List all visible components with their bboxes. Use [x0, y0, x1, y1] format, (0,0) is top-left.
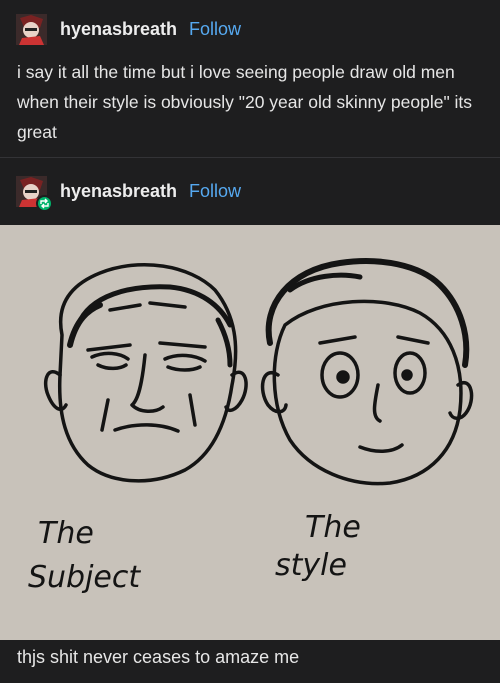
label-right-line1: The: [305, 510, 361, 545]
post-image: The Subject The style: [0, 225, 500, 640]
label-right-line2: style: [275, 548, 347, 583]
post-header: hyenasbreath Follow: [16, 12, 241, 46]
post-caption: thjs shit never ceases to amaze me: [17, 647, 300, 667]
label-left-line2: Subject: [28, 560, 141, 595]
avatar-icon: [16, 13, 47, 45]
reblog-header: hyenasbreath Follow: [16, 174, 241, 212]
follow-button[interactable]: Follow: [189, 181, 241, 202]
avatar[interactable]: [16, 175, 53, 212]
reblog-icon: [36, 194, 53, 212]
follow-button[interactable]: Follow: [189, 19, 241, 40]
username[interactable]: hyenasbreath: [60, 181, 177, 202]
post-body: i say it all the time but i love seeing …: [17, 62, 473, 142]
divider: [0, 157, 500, 158]
label-left-line1: The: [38, 516, 94, 551]
sketch-illustration: The Subject The style: [28, 258, 474, 595]
username[interactable]: hyenasbreath: [60, 19, 177, 40]
avatar[interactable]: [16, 13, 47, 45]
